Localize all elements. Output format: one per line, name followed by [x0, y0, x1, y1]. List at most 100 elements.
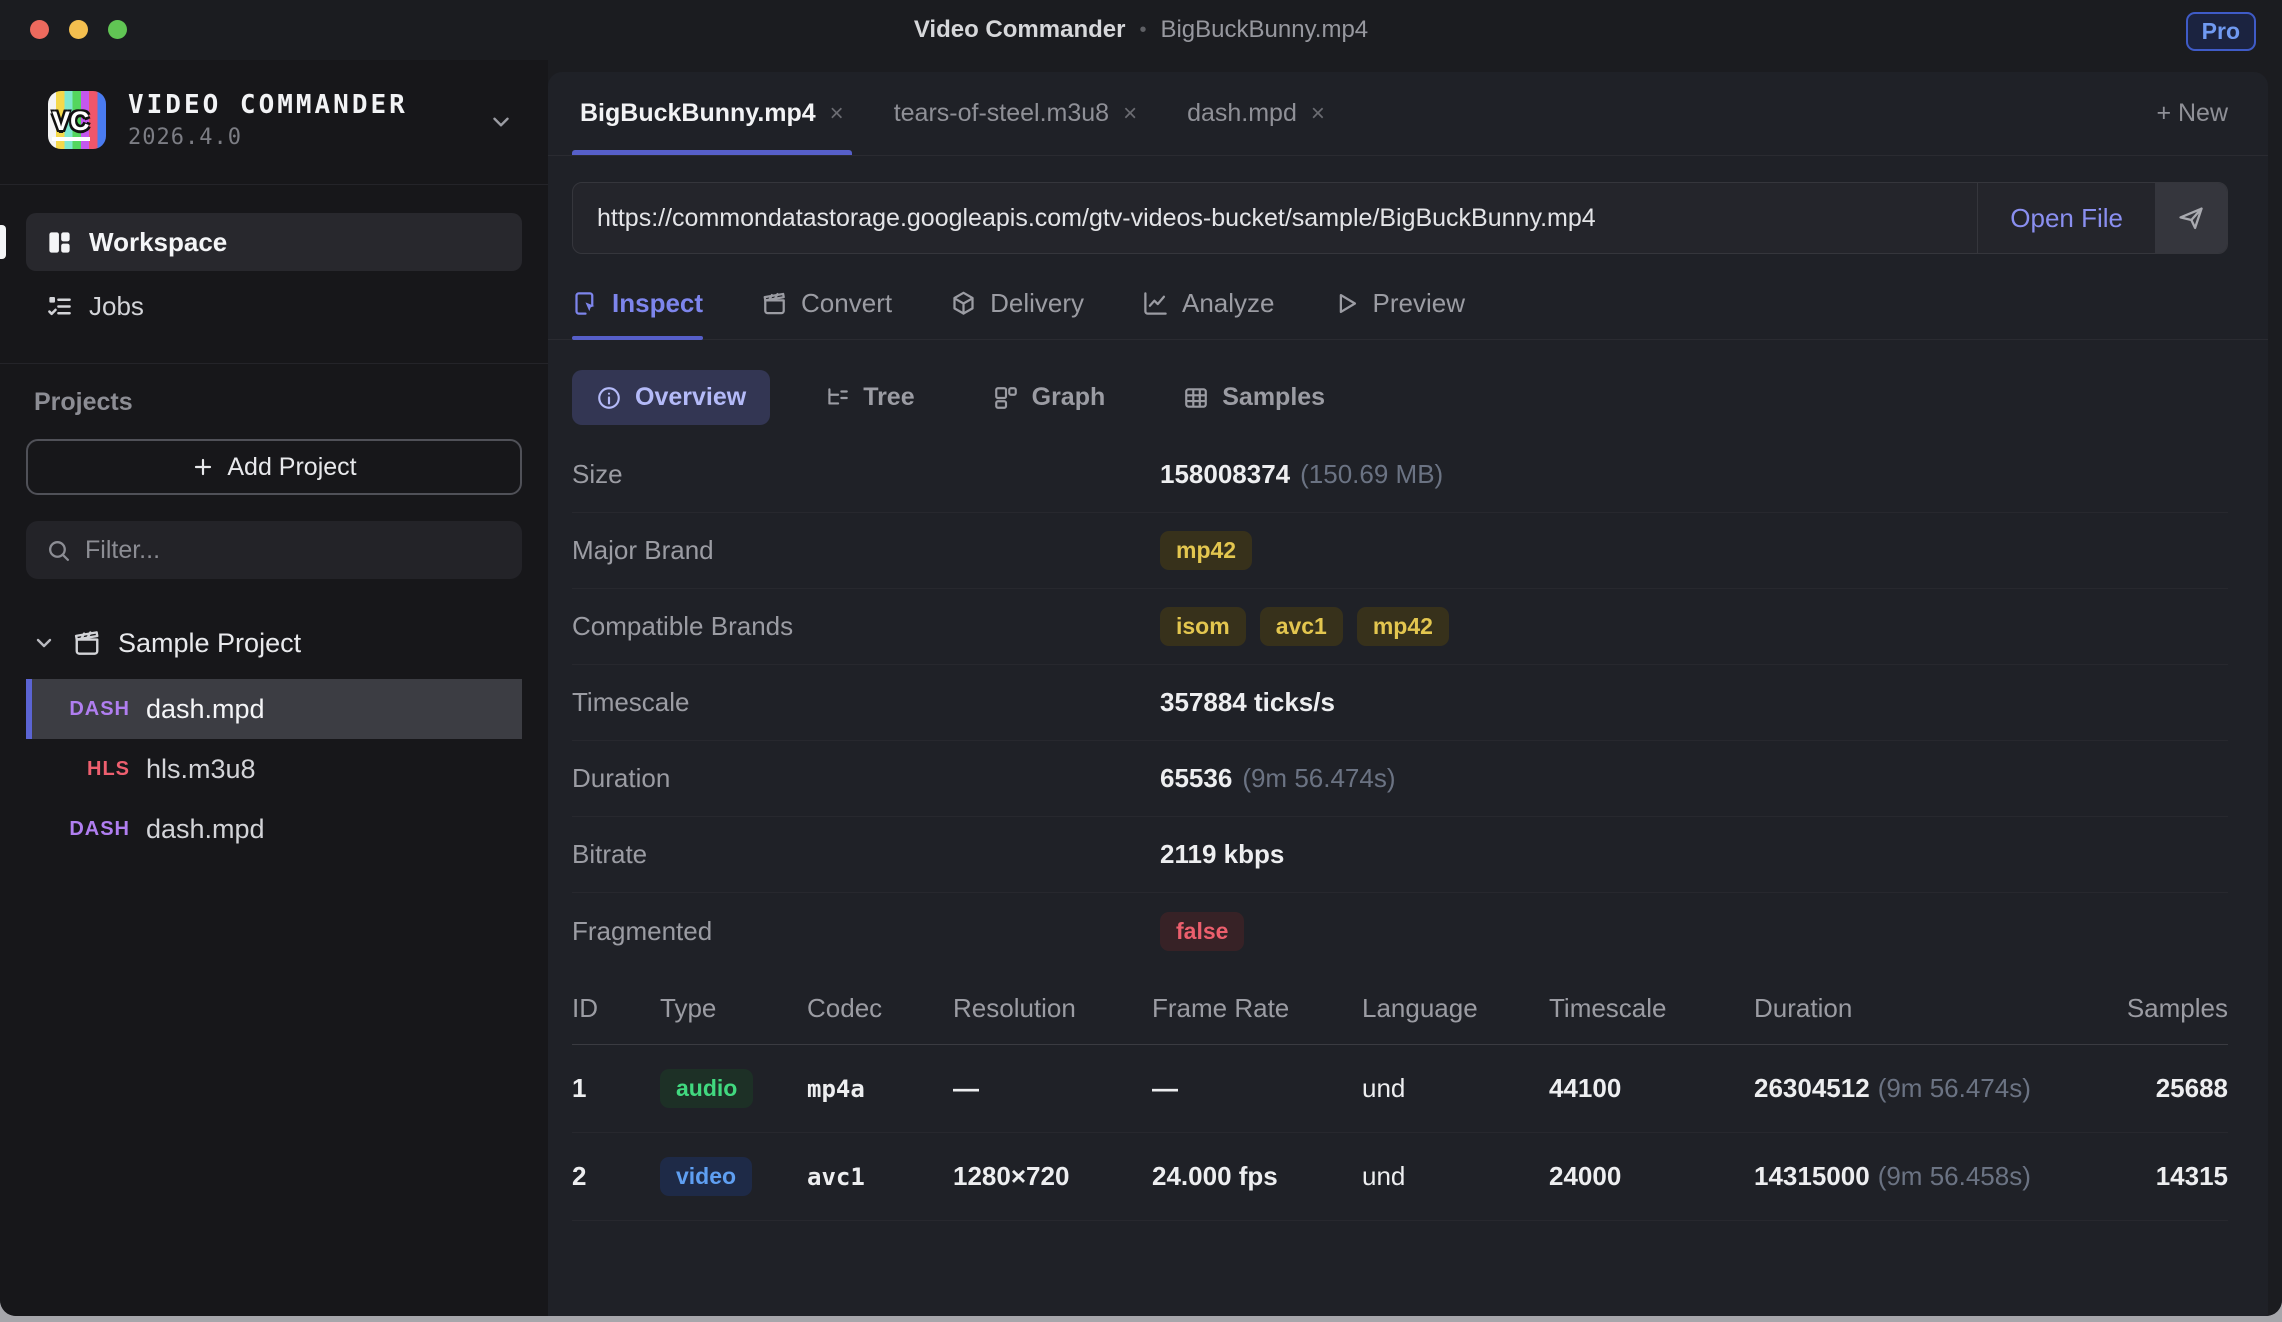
format-badge: DASH	[26, 818, 130, 841]
sidebar-item-jobs[interactable]: Jobs	[26, 277, 522, 335]
app-window: Video Commander • BigBuckBunny.mp4 Pro V…	[0, 0, 2282, 1316]
load-url-button[interactable]	[2155, 183, 2227, 253]
brand-header[interactable]: VC VIDEO COMMANDER 2026.4.0	[0, 60, 548, 185]
brand-badge: avc1	[1260, 607, 1343, 646]
kv-value: 158008374	[1160, 459, 1290, 490]
col-type: Type	[660, 969, 807, 1045]
kv-label: Major Brand	[572, 535, 1160, 566]
new-tab-button[interactable]: + New	[2156, 72, 2228, 155]
cell-duration: 26304512(9m 56.474s)	[1754, 1045, 2084, 1133]
cell-resolution: —	[953, 1045, 1152, 1133]
projects-section: Projects Add Project	[0, 364, 548, 1316]
view-tab-label: Tree	[863, 383, 914, 412]
close-icon[interactable]: ×	[830, 100, 844, 128]
format-badge: DASH	[32, 698, 130, 721]
tree-item-filename: dash.mpd	[146, 694, 265, 725]
close-icon[interactable]: ×	[1123, 100, 1137, 128]
overview-row-major-brand: Major Brand mp42	[572, 513, 2228, 589]
cell-resolution: 1280×720	[953, 1133, 1152, 1221]
brand-badge: mp42	[1357, 607, 1449, 646]
cell-frame-rate: 24.000 fps	[1152, 1133, 1362, 1221]
view-tab-label: Graph	[1032, 383, 1106, 412]
sidebar: VC VIDEO COMMANDER 2026.4.0	[0, 60, 548, 1316]
open-file-button[interactable]: Open File	[1977, 183, 2155, 253]
chart-icon	[1142, 290, 1169, 317]
tab-dash-mpd[interactable]: dash.mpd ×	[1179, 72, 1333, 155]
project-filter-input[interactable]	[85, 536, 502, 565]
kv-label: Compatible Brands	[572, 611, 1160, 642]
format-badge: HLS	[26, 758, 130, 781]
url-row: Open File	[548, 156, 2268, 254]
view-tab-graph[interactable]: Graph	[969, 370, 1130, 425]
add-project-button[interactable]: Add Project	[26, 439, 522, 495]
app-logo-monogram: VC	[52, 108, 90, 141]
pro-badge: Pro	[2186, 12, 2256, 51]
chevron-down-icon[interactable]	[488, 109, 514, 135]
close-icon[interactable]: ×	[1311, 100, 1325, 128]
window-title-document: BigBuckBunny.mp4	[1160, 16, 1368, 44]
app-version: 2026.4.0	[128, 125, 408, 150]
table-row-video-track[interactable]: 2 video avc1 1280×720 24.000 fps und 240…	[572, 1133, 2228, 1221]
info-icon	[596, 385, 622, 411]
kv-label: Duration	[572, 763, 1160, 794]
tree-project-name: Sample Project	[118, 628, 301, 659]
tree-project-row[interactable]: Sample Project	[26, 617, 522, 669]
tab-inspect[interactable]: Inspect	[572, 288, 703, 339]
tracks-table: ID Type Codec Resolution Frame Rate Lang…	[572, 969, 2228, 1221]
view-tabs: Overview Tree Graph	[548, 340, 2268, 431]
section-label: Preview	[1373, 288, 1465, 319]
projects-heading: Projects	[26, 388, 522, 417]
tab-label: dash.mpd	[1187, 99, 1297, 128]
tree-item-hls-m3u8[interactable]: HLS hls.m3u8	[26, 739, 522, 799]
overview-row-bitrate: Bitrate 2119 kbps	[572, 817, 2228, 893]
tab-tears-of-steel[interactable]: tears-of-steel.m3u8 ×	[886, 72, 1145, 155]
title-separator-dot: •	[1139, 19, 1146, 42]
document-tab-bar: BigBuckBunny.mp4 × tears-of-steel.m3u8 ×…	[548, 72, 2268, 156]
overview-row-duration: Duration 65536 (9m 56.474s)	[572, 741, 2228, 817]
search-icon	[46, 538, 71, 563]
view-tab-samples[interactable]: Samples	[1159, 370, 1349, 425]
tab-analyze[interactable]: Analyze	[1142, 288, 1275, 339]
kv-label: Bitrate	[572, 839, 1160, 870]
view-tab-label: Overview	[635, 383, 746, 412]
sidebar-item-label: Jobs	[89, 291, 144, 322]
chevron-down-icon[interactable]	[32, 631, 56, 655]
project-filter[interactable]	[26, 521, 522, 579]
inspect-icon	[572, 290, 599, 317]
tab-convert[interactable]: Convert	[761, 288, 892, 339]
tree-item-filename: dash.mpd	[146, 814, 265, 845]
active-nav-indicator	[0, 225, 6, 259]
tree-item-dash-mpd[interactable]: DASH dash.mpd	[26, 679, 522, 739]
col-language: Language	[1362, 969, 1549, 1045]
project-tree: Sample Project DASH dash.mpd HLS hls.m3u…	[26, 617, 522, 859]
overview-row-size: Size 158008374 (150.69 MB)	[572, 437, 2228, 513]
tracks-table-header: ID Type Codec Resolution Frame Rate Lang…	[572, 969, 2228, 1045]
url-bar: Open File	[572, 182, 2228, 254]
main-area: BigBuckBunny.mp4 × tears-of-steel.m3u8 ×…	[548, 60, 2282, 1316]
kv-label: Fragmented	[572, 916, 1160, 947]
kv-label: Size	[572, 459, 1160, 490]
send-icon	[2177, 204, 2205, 232]
sidebar-item-label: Workspace	[89, 227, 227, 258]
convert-icon	[761, 290, 788, 317]
desktop: Video Commander • BigBuckBunny.mp4 Pro V…	[0, 0, 2282, 1322]
overview-row-timescale: Timescale 357884 ticks/s	[572, 665, 2228, 741]
section-label: Delivery	[990, 288, 1084, 319]
cell-duration: 14315000(9m 56.458s)	[1754, 1133, 2084, 1221]
url-input[interactable]	[597, 204, 1953, 233]
plus-icon	[191, 455, 215, 479]
tab-delivery[interactable]: Delivery	[950, 288, 1084, 339]
view-tab-overview[interactable]: Overview	[572, 370, 770, 425]
kv-value: 65536	[1160, 763, 1232, 794]
tree-item-dash-mpd-2[interactable]: DASH dash.mpd	[26, 799, 522, 859]
sidebar-item-workspace[interactable]: Workspace	[26, 213, 522, 271]
titlebar: Video Commander • BigBuckBunny.mp4 Pro	[0, 0, 2282, 60]
kv-value: 2119 kbps	[1160, 839, 1284, 870]
tab-bigbuckbunny[interactable]: BigBuckBunny.mp4 ×	[572, 72, 852, 155]
kv-label: Timescale	[572, 687, 1160, 718]
table-row-audio-track[interactable]: 1 audio mp4a — — und 44100 26304512(9m 5…	[572, 1045, 2228, 1133]
tab-preview[interactable]: Preview	[1333, 288, 1465, 339]
cell-language: und	[1362, 1045, 1549, 1133]
view-tab-tree[interactable]: Tree	[800, 370, 938, 425]
section-label: Inspect	[612, 288, 703, 319]
